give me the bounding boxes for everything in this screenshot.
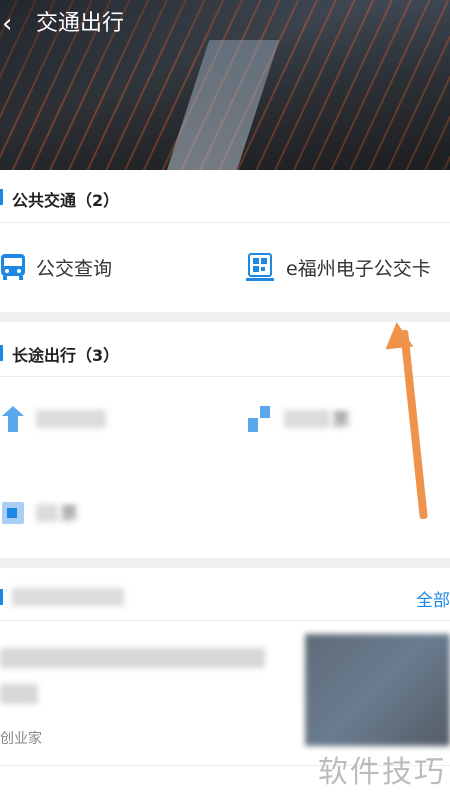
view-all-link[interactable]: 全部: [416, 586, 450, 611]
bus-ticket-item[interactable]: 票: [0, 498, 78, 528]
flight-ticket-item[interactable]: [0, 404, 106, 434]
section-gap: [0, 312, 450, 322]
section-title-public-transport: 公共交通（2）: [12, 191, 120, 210]
banner-road-image: [150, 40, 280, 170]
ticket-icon: [2, 502, 24, 524]
page-title: 交通出行: [36, 11, 125, 36]
news-source: 创业家: [0, 731, 42, 747]
news-thumbnail[interactable]: [305, 634, 450, 746]
blurred-line: [0, 684, 38, 704]
bus-icon: [1, 254, 25, 280]
qr-card-icon: [246, 253, 274, 281]
section-accent-bar: [0, 189, 3, 205]
e-bus-card-label: e福州电子公交卡: [286, 257, 431, 280]
divider: [0, 222, 450, 223]
section-accent-bar: [0, 345, 3, 361]
back-icon[interactable]: ‹: [2, 11, 24, 37]
bus-query-label: 公交查询: [36, 257, 113, 280]
annotation-arrow-shaft: [400, 329, 428, 520]
section-accent-bar: [0, 589, 3, 605]
divider: [0, 620, 450, 621]
annotation-arrow-head: [382, 320, 414, 350]
section-title-news-blurred: [12, 588, 124, 606]
blurred-label: [36, 504, 58, 522]
e-bus-card-item[interactable]: e福州电子公交卡: [246, 252, 431, 282]
blurred-line: [0, 648, 265, 668]
watermark-text: 软件技巧: [318, 755, 446, 790]
bus-query-item[interactable]: 公交查询: [0, 252, 112, 282]
section-gap: [0, 558, 450, 568]
blurred-label: [36, 410, 106, 428]
blurred-label: [284, 410, 330, 428]
train-ticket-item[interactable]: 票: [246, 404, 350, 434]
section-title-long-distance: 长途出行（3）: [12, 346, 120, 365]
news-title-blurred[interactable]: [0, 644, 280, 704]
divider: [0, 376, 450, 377]
ticket-label: 票: [60, 504, 78, 525]
ticket-label: 票: [332, 410, 350, 431]
header-banner: ‹ 交通出行: [0, 0, 450, 170]
plane-icon: [2, 406, 24, 432]
train-icon: [248, 406, 270, 432]
